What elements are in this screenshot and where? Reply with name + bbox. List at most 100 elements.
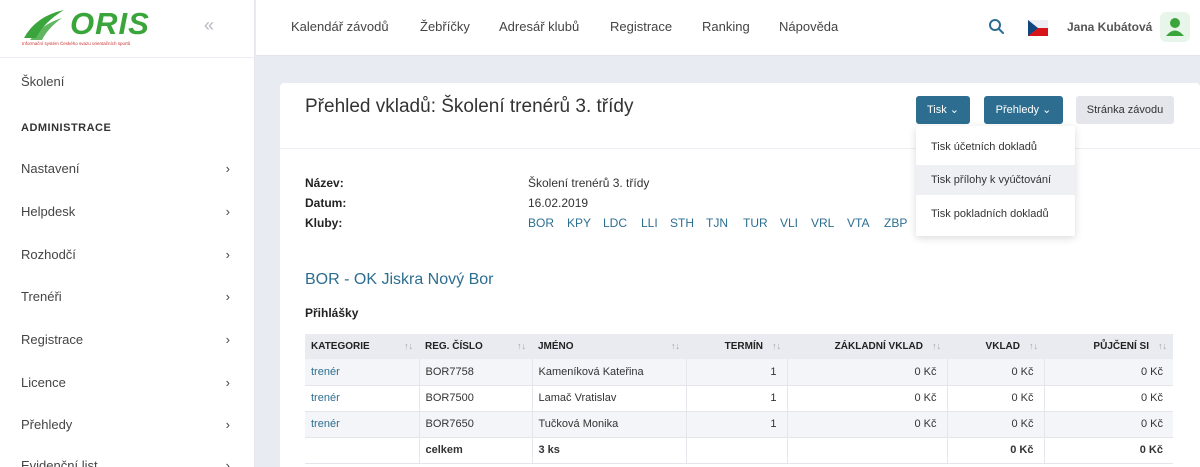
club-section-title[interactable]: BOR - OK Jiskra Nový Bor [305, 271, 493, 289]
cell-total-empty [305, 437, 420, 464]
user-icon [1166, 18, 1184, 36]
nav-ranking[interactable]: Ranking [702, 19, 750, 35]
menu-item-print-accounting[interactable]: Tisk účetních dokladů [916, 132, 1075, 162]
chevron-right-icon: › [225, 458, 230, 467]
cell-fee: 0 Kč [947, 359, 1045, 386]
cell-name: Lamač Vratislav [532, 385, 687, 412]
sidebar-item-licence[interactable]: Licence › [21, 373, 236, 393]
sidebar-item-prehledy[interactable]: Přehledy › [21, 415, 236, 435]
table-row: trenér BOR7758 Kameníková Kateřina 1 0 K… [305, 359, 1173, 386]
print-button[interactable]: Tisk ⌄ [916, 96, 970, 124]
cell-total-rental: 0 Kč [1044, 437, 1173, 464]
cell-base-fee: 0 Kč [787, 411, 948, 438]
sidebar-item-skoleni[interactable]: Školení [21, 72, 236, 92]
cell-rental: 0 Kč [1044, 411, 1173, 438]
event-page-button[interactable]: Stránka závodu [1076, 96, 1174, 124]
club-link-zbp[interactable]: ZBP [884, 216, 907, 230]
club-link-vta[interactable]: VTA [847, 216, 869, 230]
col-header-category[interactable]: KATEGORIE ↑↓ [305, 334, 419, 359]
chevron-right-icon: › [225, 289, 230, 304]
menu-item-print-cash[interactable]: Tisk pokladních dokladů [916, 199, 1075, 229]
club-link-ldc[interactable]: LDC [603, 216, 627, 230]
cell-category[interactable]: trenér [305, 411, 420, 438]
cell-rental: 0 Kč [1044, 359, 1173, 386]
col-header-reg-number[interactable]: REG. ČÍSLO ↑↓ [419, 334, 532, 359]
sort-icon[interactable]: ↑↓ [517, 341, 526, 351]
print-button-label: Tisk [926, 104, 947, 116]
czech-flag-icon[interactable] [1028, 18, 1048, 38]
date-label: Datum: [305, 196, 347, 210]
cell-total-fee: 0 Kč [947, 437, 1045, 464]
sort-icon[interactable]: ↑↓ [772, 341, 781, 351]
nav-adresar-klubu[interactable]: Adresář klubů [499, 19, 579, 35]
cell-name: Kameníková Kateřina [532, 359, 687, 386]
chevron-right-icon: › [225, 375, 230, 390]
logo-subtitle: Informační systém Českého svazu orientač… [22, 41, 131, 46]
cell-base-fee: 0 Kč [787, 385, 948, 412]
cell-reg-number: BOR7758 [419, 359, 533, 386]
oris-logo[interactable]: ORIS Informační systém Českého svazu ori… [22, 8, 152, 50]
sort-icon[interactable]: ↑↓ [404, 341, 413, 351]
sidebar-item-label: Registrace [21, 332, 84, 347]
sidebar: ORIS Informační systém Českého svazu ori… [0, 0, 255, 467]
cell-total-label: celkem [419, 437, 533, 464]
col-header-fee[interactable]: VKLAD ↑↓ [947, 334, 1044, 359]
nav-registrace[interactable]: Registrace [610, 19, 672, 35]
cell-total-empty [686, 437, 788, 464]
table-header-row: KATEGORIE ↑↓ REG. ČÍSLO ↑↓ JMÉNO ↑↓ TERMÍN ↑… [305, 334, 1173, 359]
entries-subtitle: Přihlášky [305, 306, 359, 320]
name-label: Název: [305, 176, 344, 190]
chevron-right-icon: › [225, 161, 230, 176]
sidebar-item-label: Nastavení [21, 161, 80, 176]
col-header-base-fee[interactable]: ZÁKLADNÍ VKLAD ↑↓ [787, 334, 947, 359]
sidebar-item-registrace[interactable]: Registrace › [21, 330, 236, 350]
club-link-tur[interactable]: TUR [743, 216, 768, 230]
cell-rental: 0 Kč [1044, 385, 1173, 412]
sidebar-item-label: Školení [21, 74, 65, 89]
club-link-vrl[interactable]: VRL [811, 216, 834, 230]
sort-icon[interactable]: ↑↓ [932, 341, 941, 351]
sidebar-item-label: Rozhodčí [21, 247, 76, 262]
user-name[interactable]: Jana Kubátová [1067, 20, 1152, 34]
cell-term: 1 [686, 411, 788, 438]
cell-base-fee: 0 Kč [787, 359, 948, 386]
club-link-kpy[interactable]: KPY [567, 216, 591, 230]
menu-item-print-attachment[interactable]: Tisk přílohy k vyúčtování [916, 165, 1075, 195]
club-link-sth[interactable]: STH [670, 216, 694, 230]
cell-name: Tučková Monika [532, 411, 687, 438]
club-link-vli[interactable]: VLI [780, 216, 798, 230]
sidebar-item-treneri[interactable]: Trenéři › [21, 287, 236, 307]
col-header-rental[interactable]: PŮJČENÍ SI ↑↓ [1044, 334, 1173, 359]
club-link-bor[interactable]: BOR [528, 216, 554, 230]
reports-button[interactable]: Přehledy ⌄ [984, 96, 1063, 124]
sidebar-heading-admin: ADMINISTRACE [21, 122, 112, 134]
cell-total-count: 3 ks [532, 437, 687, 464]
search-icon[interactable] [988, 18, 1004, 34]
sidebar-item-helpdesk[interactable]: Helpdesk › [21, 202, 236, 222]
cell-category[interactable]: trenér [305, 359, 420, 386]
cell-reg-number: BOR7650 [419, 411, 533, 438]
event-page-button-label: Stránka závodu [1086, 104, 1164, 116]
sort-icon[interactable]: ↑↓ [1029, 341, 1038, 351]
col-header-term[interactable]: TERMÍN ↑↓ [686, 334, 787, 359]
club-link-tjn[interactable]: TJN [706, 216, 728, 230]
sidebar-item-label: Evidenční list [21, 458, 98, 467]
nav-kalendar-zavodu[interactable]: Kalendář závodů [291, 19, 389, 35]
sidebar-item-label: Přehledy [21, 417, 73, 432]
sort-icon[interactable]: ↑↓ [671, 341, 680, 351]
sidebar-item-nastaveni[interactable]: Nastavení › [21, 159, 236, 179]
chevron-right-icon: › [225, 204, 230, 219]
club-link-lli[interactable]: LLI [641, 216, 658, 230]
sidebar-item-evidencni-list[interactable]: Evidenční list › [21, 456, 236, 467]
logo-text: ORIS [70, 6, 150, 41]
collapse-sidebar-icon[interactable]: « [204, 16, 214, 34]
nav-napoveda[interactable]: Nápověda [779, 19, 838, 35]
col-header-name[interactable]: JMÉNO ↑↓ [532, 334, 686, 359]
sidebar-item-rozhodci[interactable]: Rozhodčí › [21, 245, 236, 265]
logo-swoosh-icon [24, 10, 64, 40]
sort-icon[interactable]: ↑↓ [1158, 341, 1167, 351]
nav-zebricky[interactable]: Žebříčky [420, 19, 470, 35]
avatar[interactable] [1160, 12, 1190, 42]
cell-category[interactable]: trenér [305, 385, 420, 412]
page-title: Přehled vkladů: Školení trenérů 3. třídy [305, 96, 634, 117]
